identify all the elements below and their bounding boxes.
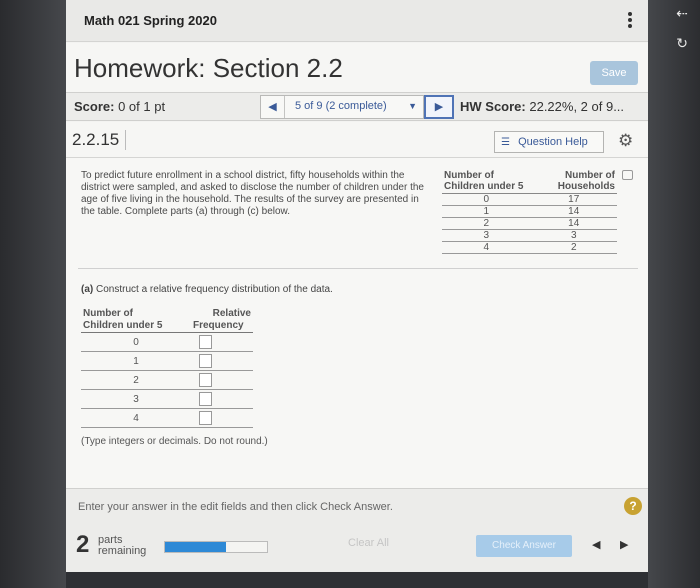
help-icon[interactable]: ?: [624, 497, 642, 515]
problem-statement: To predict future enrollment in a school…: [81, 170, 424, 217]
app-bar: Math 021 Spring 2020: [66, 0, 648, 42]
list-icon: ☰: [501, 137, 510, 148]
answer-format-hint: (Type integers or decimals. Do not round…: [81, 436, 268, 447]
table-row: 0 17: [442, 193, 617, 206]
app-screen: Math 021 Spring 2020 Homework: Section 2…: [66, 0, 648, 572]
part-a-label: (a): [81, 284, 94, 295]
households-data-table: Number of Children under 5 Number of Hou…: [442, 170, 617, 254]
children-cell: 3: [442, 229, 531, 242]
clear-all-button[interactable]: Clear All: [348, 537, 389, 549]
homework-header: Homework: Section 2.2 Save: [66, 43, 648, 93]
question-selector[interactable]: ◀ 5 of 9 (2 complete) ▼: [260, 95, 424, 119]
score-bar: Score: 0 of 1 pt ◀ 5 of 9 (2 complete) ▼…: [66, 93, 648, 121]
copy-table-icon[interactable]: [622, 170, 633, 180]
next-question-button[interactable]: ▶: [424, 95, 454, 119]
table-row: 33: [442, 229, 617, 242]
device-bezel-left: [0, 0, 66, 588]
households-cell: 14: [530, 205, 617, 218]
households-cell: 2: [530, 241, 617, 254]
relative-frequency-input[interactable]: [199, 411, 212, 425]
relative-frequency-input[interactable]: [199, 373, 212, 387]
device-bezel-right: ⇠ ↻: [648, 0, 700, 588]
part-a-prompt: (a) Construct a relative frequency distr…: [81, 284, 333, 295]
hw-score-value: 22.22%, 2 of 9...: [529, 99, 625, 114]
children-value: 3: [81, 389, 191, 409]
chevron-down-icon[interactable]: ▼: [408, 101, 417, 111]
children-value: 0: [81, 332, 191, 352]
table-row: 3: [81, 389, 253, 409]
table-row: 1: [81, 351, 253, 371]
table-row: 2: [81, 370, 253, 390]
relative-frequency-input[interactable]: [199, 392, 212, 406]
table-row: 1 14: [442, 205, 617, 218]
more-menu-icon[interactable]: [628, 10, 634, 30]
previous-part-button[interactable]: ◀: [592, 538, 600, 551]
part-a-text: Construct a relative frequency distribut…: [96, 284, 333, 295]
previous-question-button[interactable]: ◀: [261, 96, 285, 118]
save-button[interactable]: Save: [590, 61, 638, 85]
parts-remaining-label: parts remaining: [98, 535, 146, 557]
section-divider: [78, 268, 638, 269]
freq-col1-header-line2: Children under 5: [81, 320, 191, 333]
progress-fill: [165, 542, 227, 552]
score-label: Score:: [74, 99, 115, 114]
freq-col2-header-line2: Frequency: [191, 320, 253, 333]
children-cell: 1: [442, 205, 531, 218]
data-col-households-header: Number of Households: [530, 170, 617, 194]
children-value: 1: [81, 351, 191, 371]
relative-frequency-input[interactable]: [199, 335, 212, 349]
children-cell: 0: [442, 193, 531, 206]
households-cell: 3: [530, 229, 617, 242]
question-number: 2.2.15: [72, 130, 127, 150]
children-value: 2: [81, 370, 191, 390]
parts-label-line2: remaining: [98, 545, 147, 557]
hw-score-label: HW Score:: [460, 99, 526, 114]
back-arrow-icon[interactable]: ⇠: [676, 6, 688, 22]
households-cell: 17: [530, 193, 617, 206]
check-answer-button[interactable]: Check Answer: [476, 535, 572, 557]
answer-instruction: Enter your answer in the edit fields and…: [78, 501, 393, 513]
table-row: 4: [81, 408, 253, 428]
question-header: 2.2.15 ☰ Question Help ⚙: [66, 122, 648, 158]
parts-remaining-count: 2: [76, 531, 90, 558]
question-position[interactable]: 5 of 9 (2 complete): [295, 100, 387, 112]
table-row: 0: [81, 332, 253, 352]
relative-frequency-input[interactable]: [199, 354, 212, 368]
device-taskbar: [66, 572, 648, 588]
score-value: 0 of 1 pt: [118, 99, 166, 114]
answer-footer: Enter your answer in the edit fields and…: [66, 488, 648, 572]
question-score: Score: 0 of 1 pt: [74, 99, 165, 114]
question-help-button[interactable]: ☰ Question Help: [494, 131, 604, 153]
gear-icon[interactable]: ⚙: [618, 131, 633, 151]
homework-score: HW Score: 22.22%, 2 of 9...: [460, 99, 624, 114]
freq-col2-header-line1: Relative: [212, 308, 251, 319]
relative-frequency-table: Number of Relative Children under 5 Freq…: [81, 308, 253, 428]
parts-progress-bar: [164, 541, 268, 553]
data-col-children-header: Number of Children under 5: [442, 170, 531, 194]
refresh-icon[interactable]: ↻: [676, 36, 688, 52]
households-cell: 14: [530, 217, 617, 230]
freq-col1-header-line1: Number of: [83, 308, 133, 319]
question-content: To predict future enrollment in a school…: [66, 158, 648, 488]
table-row: 2 14: [442, 217, 617, 230]
page-title: Homework: Section 2.2: [74, 53, 343, 83]
children-value: 4: [81, 408, 191, 428]
next-part-button[interactable]: ▶: [620, 538, 628, 551]
children-cell: 2: [442, 217, 531, 230]
table-row: 42: [442, 241, 617, 254]
question-help-label: Question Help: [518, 136, 588, 148]
children-cell: 4: [442, 241, 531, 254]
app-title: Math 021 Spring 2020: [84, 13, 217, 28]
